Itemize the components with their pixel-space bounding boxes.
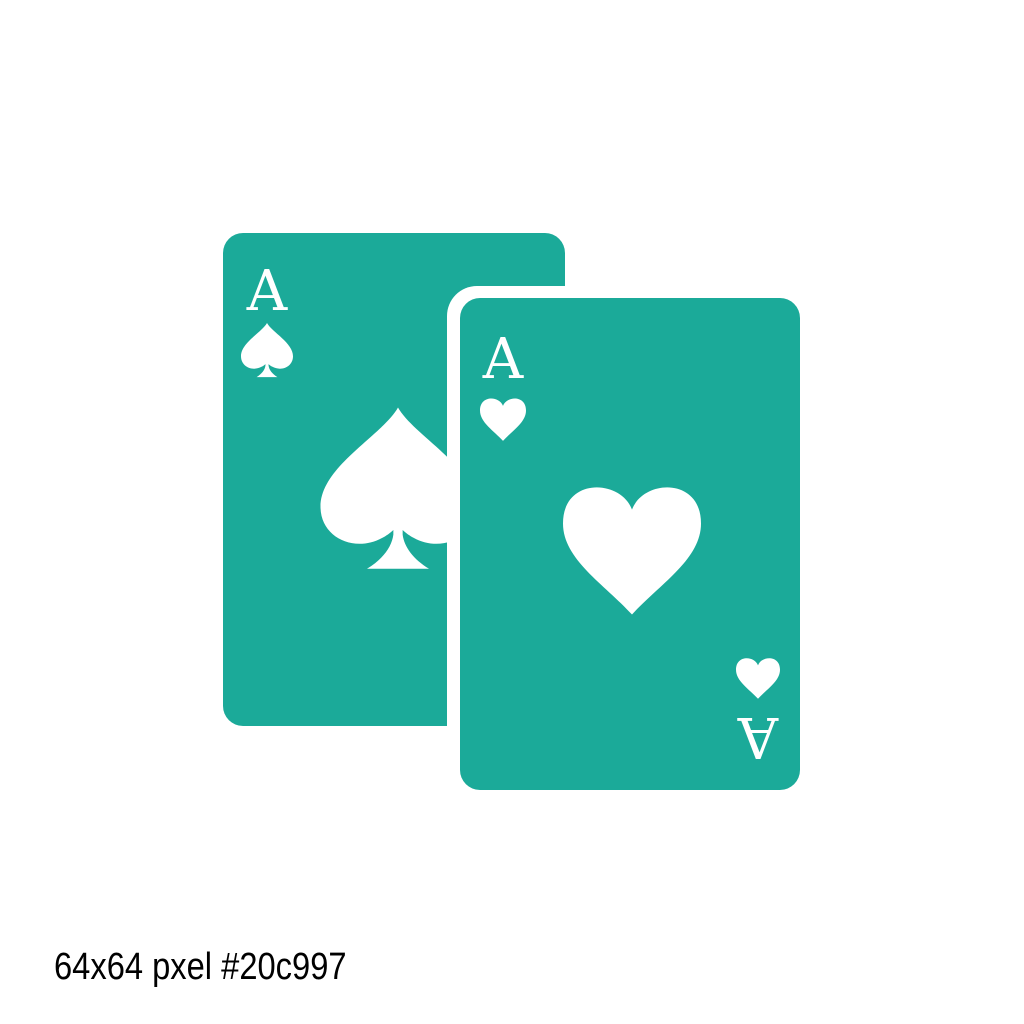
front-card-rank: A [482, 327, 524, 392]
playing-cards-icon: A A A [223, 233, 813, 803]
back-card-rank: A [246, 259, 288, 324]
icon-canvas: A A A 64x64 pxel #20c997 [0, 0, 1024, 1024]
front-card: A A [460, 298, 800, 790]
front-card-bottom-rank: A [737, 704, 779, 769]
caption-label: 64x64 pxel #20c997 [54, 946, 347, 988]
